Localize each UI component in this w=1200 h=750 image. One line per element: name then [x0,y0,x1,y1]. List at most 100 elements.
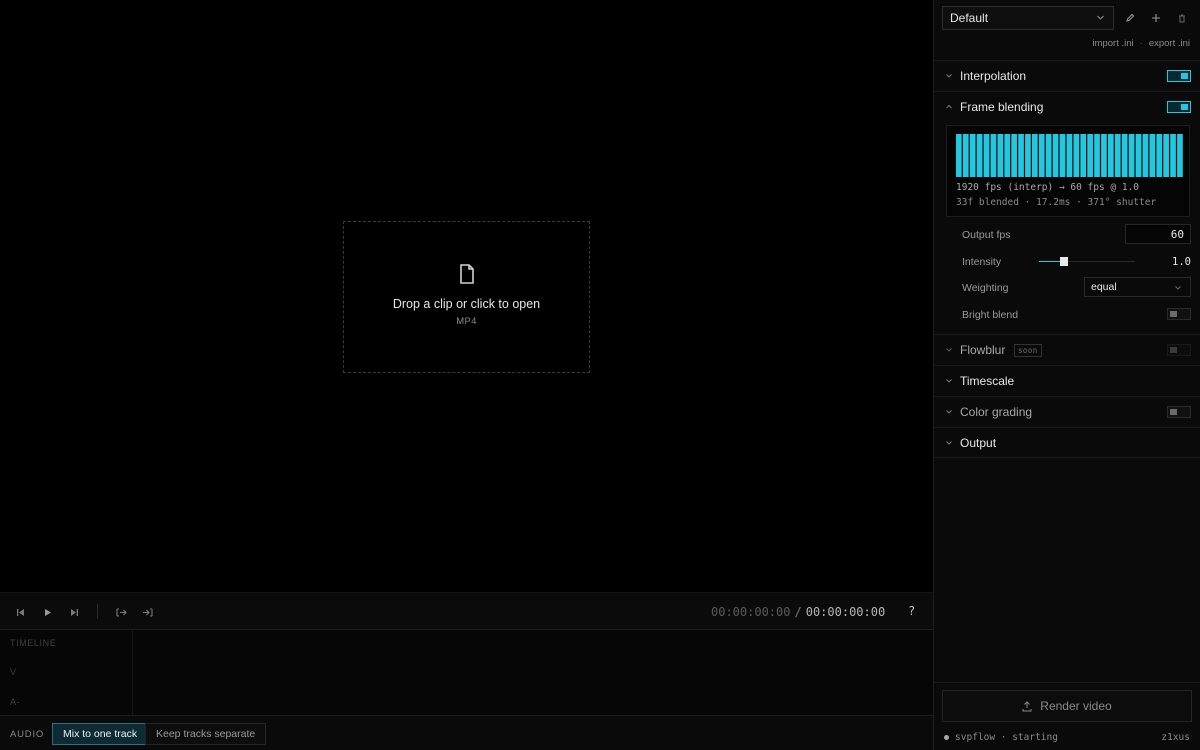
blend-frame-bar [1087,134,1093,177]
blend-frame-bar [1108,134,1114,177]
blend-frame-bar [990,134,997,177]
section-title: Frame blending [960,100,1044,114]
status-indicator: svpflow · starting [944,732,1058,743]
output-fps-label: Output fps [962,229,1011,241]
chevron-down-icon [946,441,952,445]
frame-blending-toggle[interactable] [1167,101,1191,113]
blend-frame-bar [1025,134,1031,177]
chevron-down-icon [1097,15,1104,20]
panel-divider [934,682,1200,683]
preset-value: Default [950,11,989,25]
blend-summary-line1: 1920 fps (interp) → 60 fps @ 1.0 [956,182,1140,193]
drop-zone[interactable]: Drop a clip or click to open MP4 [343,221,590,373]
timecode-separator: / [794,605,802,619]
ini-links: import .ini · export .ini [1092,38,1190,49]
edit-pencil-icon[interactable] [1124,12,1136,24]
blend-frame-bar [1135,134,1142,177]
chevron-down-icon [946,410,952,414]
link-separator: · [1139,38,1143,49]
output-fps-input[interactable] [1125,224,1191,244]
intensity-label: Intensity [962,256,1002,268]
blend-frame-bar [1163,134,1169,177]
blend-frame-bar [969,134,976,177]
blend-frame-bar [983,134,990,177]
color-grading-toggle[interactable] [1167,406,1191,418]
section-flowblur[interactable]: Flowblur soon [934,334,1200,365]
blend-frame-bar [962,134,969,177]
transport-bar: 00:00:00:00/00:00:00:00 ? [0,592,933,630]
drop-zone-title: Drop a clip or click to open [392,297,541,311]
intensity-value: 1.0 [1172,256,1191,268]
blend-frame-bar [1066,134,1073,177]
total-time: 00:00:00:00 [805,605,886,619]
settings-panel: Default import .ini · export .ini Interpol… [933,0,1200,750]
weighting-row: Weighting equal [934,277,1200,299]
flowblur-toggle[interactable] [1167,344,1191,356]
render-video-label: Render video [1040,699,1112,713]
file-icon [459,264,474,284]
section-output[interactable]: Output [934,427,1200,458]
bright-blend-label: Bright blend [962,309,1019,321]
blend-frame-bar [1004,134,1011,177]
blend-frame-bar [1032,134,1038,177]
audio-bar: AUDIO Mix to one track Keep tracks separ… [0,715,933,750]
timeline-track-labels: TIMELINE V A- [0,630,133,715]
mix-to-one-track-button[interactable]: Mix to one track [52,723,149,745]
play-icon[interactable] [40,605,54,619]
intensity-row: Intensity 1.0 [934,251,1200,273]
blend-frame-bar [1121,134,1128,177]
section-title: Interpolation [960,69,1027,83]
section-timescale[interactable]: Timescale [934,365,1200,396]
section-title: Color grading [960,405,1033,419]
render-video-button[interactable]: Render video [942,690,1192,722]
keep-tracks-separate-button[interactable]: Keep tracks separate [145,723,267,745]
blend-frame-bar [1142,134,1149,177]
interpolation-toggle[interactable] [1167,70,1191,82]
export-ini-link[interactable]: export .ini [1149,38,1190,49]
blend-frame-bar [1156,134,1163,177]
chevron-down-icon [946,348,952,352]
mark-out-icon[interactable] [140,605,154,619]
intensity-slider-handle[interactable] [1059,257,1068,266]
status-text: svpflow · starting [955,732,1058,743]
blend-visualizer: 1920 fps (interp) → 60 fps @ 1.0 33f ble… [946,125,1190,217]
preset-select[interactable]: Default [942,6,1114,30]
section-title: Timescale [960,374,1015,388]
mark-in-icon[interactable] [114,605,128,619]
blend-frame-bar [1052,134,1059,177]
skip-end-icon[interactable] [67,605,81,619]
section-title: Flowblur [960,343,1006,357]
status-dot [944,735,949,740]
blend-frame-bar [1018,134,1024,177]
blend-frames-graph [956,134,1183,177]
add-preset-icon[interactable] [1150,12,1162,24]
audio-track-label: A- [10,697,21,707]
chevron-down-icon [946,74,952,78]
bright-blend-toggle[interactable] [1167,308,1191,320]
import-ini-link[interactable]: import .ini [1092,38,1133,49]
output-fps-row: Output fps [934,224,1200,246]
blend-frame-bar [1170,134,1176,177]
skip-start-icon[interactable] [13,605,27,619]
upload-icon [1022,700,1032,711]
video-viewer: Drop a clip or click to open MP4 [0,0,933,592]
bright-blend-row: Bright blend [934,304,1200,326]
username: z1xus [1161,732,1190,743]
video-track-label: V [10,667,17,677]
blend-frame-bar [956,134,962,177]
blend-frame-bar [1011,134,1017,177]
section-color-grading[interactable]: Color grading [934,396,1200,427]
blend-frame-bar [1094,134,1100,177]
weighting-label: Weighting [962,282,1009,294]
weighting-select[interactable]: equal [1084,277,1191,297]
help-button[interactable]: ? [908,604,915,618]
timeline: TIMELINE V A- [0,630,933,715]
intensity-slider[interactable] [1039,257,1135,266]
blend-frame-bar [1080,134,1087,177]
delete-preset-icon[interactable] [1176,12,1188,24]
soon-badge: soon [1014,344,1042,357]
section-frame-blending[interactable]: Frame blending [934,91,1200,122]
blend-frame-bar [997,134,1004,177]
chevron-down-icon [1175,286,1181,290]
section-interpolation[interactable]: Interpolation [934,60,1200,91]
